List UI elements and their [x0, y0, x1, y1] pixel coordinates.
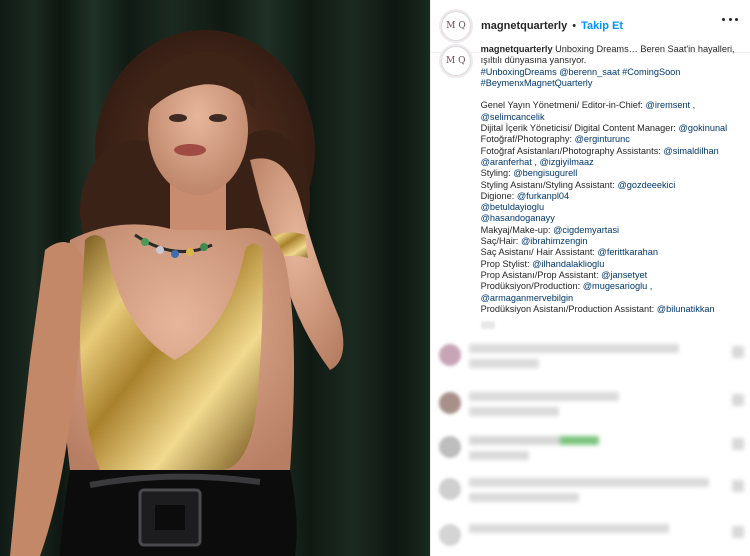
credit-line: Makyaj/Make-up: @cigdemyartasi	[481, 225, 745, 236]
follow-button[interactable]: Takip Et	[581, 20, 623, 32]
credit-line: Dijital İçerik Yöneticisi/ Digital Conte…	[481, 123, 745, 134]
commenter-avatar[interactable]	[439, 344, 461, 366]
credit-line: Styling: @bengisugurell	[481, 168, 745, 179]
like-comment-icon[interactable]	[732, 394, 744, 406]
commenter-avatar[interactable]	[439, 436, 461, 458]
credit-line: Prodüksiyon/Production: @mugesarioglu , …	[481, 281, 745, 304]
credit-handle[interactable]: @furkanpl04	[517, 191, 569, 201]
like-comment-icon[interactable]	[732, 480, 744, 492]
credit-role: Prop Stylist:	[480, 258, 530, 269]
caption-username[interactable]: magnetquarterly	[481, 44, 553, 54]
credit-role: Makyaj/Make-up:	[480, 224, 551, 235]
credit-role: Prodüksiyon Asistanı/Production Assistan…	[480, 303, 655, 314]
credit-handle[interactable]: @cigdemyartasi	[553, 225, 619, 235]
instagram-post: M Q magnetquarterly • Takip Et M Q magne…	[0, 0, 750, 556]
credit-role: Digione:	[480, 190, 515, 201]
credit-handle[interactable]: @ilhandalaklioglu	[532, 259, 604, 269]
credit-role: Genel Yayın Yönetmeni/ Editor-in-Chief:	[480, 100, 643, 111]
credit-role: Styling:	[480, 168, 511, 179]
timestamp-blurred	[480, 321, 495, 330]
credit-line: Prodüksiyon Asistanı/Production Assistan…	[481, 304, 745, 315]
credit-handle[interactable]: @jansetyet	[601, 270, 647, 280]
credit-handle[interactable]: @gozdeeekici	[617, 180, 675, 190]
credit-line: @aranferhat , @izgiyilmaaz	[481, 157, 745, 168]
credit-line: Fotoğraf Asistanları/Photography Assista…	[481, 146, 745, 157]
caption-hashtags[interactable]: #UnboxingDreams @berenn_saat #ComingSoon	[481, 67, 681, 77]
credit-line: Prop Stylist: @ilhandalaklioglu	[481, 259, 745, 270]
post-photo[interactable]	[0, 0, 430, 556]
caption-hashtags-2[interactable]: #BeymenxMagnetQuarterly	[481, 78, 593, 88]
credit-line: Digione: @furkanpl04	[481, 191, 745, 202]
account-avatar[interactable]: M Q	[439, 9, 473, 43]
credit-line: Fotoğraf/Photography: @erginturunc	[481, 134, 745, 145]
credit-role: Fotoğraf Asistanları/Photography Assista…	[480, 145, 661, 156]
comment-item	[439, 524, 669, 546]
commenter-avatar[interactable]	[439, 524, 461, 546]
credit-role: Styling Asistanı/Styling Assistant:	[480, 179, 615, 190]
credits-list: Genel Yayın Yönetmeni/ Editor-in-Chief: …	[481, 100, 745, 315]
credit-handle[interactable]: @bengisugurell	[513, 168, 577, 178]
comment-item	[439, 478, 709, 508]
magazine-logo: M Q	[446, 21, 466, 31]
comment-item	[439, 392, 619, 422]
credit-handle[interactable]: @bilunatikkan	[657, 304, 715, 314]
credit-handle[interactable]: @aranferhat , @izgiyilmaaz	[481, 157, 594, 167]
caption-avatar[interactable]: M Q	[439, 44, 473, 78]
magazine-logo-small: M Q	[446, 56, 466, 66]
comment-item	[439, 344, 679, 374]
post-caption: M Q magnetquarterly Unboxing Dreams… Ber…	[439, 44, 745, 330]
credit-line: @betuldayioglu	[481, 202, 745, 213]
credit-handle[interactable]: @erginturunc	[575, 134, 630, 144]
credit-handle[interactable]: @hasandoganayy	[481, 213, 555, 223]
credit-role: Saç/Hair:	[480, 236, 519, 247]
credit-line: Saç Asistanı/ Hair Assistant: @ferittkar…	[481, 247, 745, 258]
like-comment-icon[interactable]	[732, 526, 744, 538]
credit-line: Prop Asistanı/Prop Assistant: @jansetyet	[481, 270, 745, 281]
header-username[interactable]: magnetquarterly	[481, 20, 567, 32]
credit-line: Saç/Hair: @ibrahimzengin	[481, 236, 745, 247]
commenter-avatar[interactable]	[439, 478, 461, 500]
credit-line: Genel Yayın Yönetmeni/ Editor-in-Chief: …	[481, 100, 745, 123]
credit-handle[interactable]: @ibrahimzengin	[521, 236, 588, 246]
commenter-avatar[interactable]	[439, 392, 461, 414]
like-comment-icon[interactable]	[732, 346, 744, 358]
credit-role: Prop Asistanı/Prop Assistant:	[480, 269, 599, 280]
separator-dot: •	[572, 20, 577, 32]
credit-line: Styling Asistanı/Styling Assistant: @goz…	[481, 180, 745, 191]
portrait-illustration	[10, 30, 344, 556]
credit-role: Prodüksiyon/Production:	[480, 281, 581, 292]
credit-role: Saç Asistanı/ Hair Assistant:	[480, 247, 595, 258]
post-sidebar: M Q magnetquarterly • Takip Et M Q magne…	[430, 0, 750, 556]
like-comment-icon[interactable]	[732, 438, 744, 450]
more-options-icon[interactable]	[722, 18, 738, 24]
credit-line: @hasandoganayy	[481, 213, 745, 224]
credit-handle[interactable]: @simaldilhan	[663, 146, 718, 156]
credit-handle[interactable]: @gokinunal	[679, 123, 728, 133]
caption-text: magnetquarterly Unboxing Dreams… Beren S…	[480, 44, 745, 330]
credit-handle[interactable]: @ferittkarahan	[598, 247, 658, 257]
comment-item	[439, 436, 599, 466]
credit-role: Dijital İçerik Yöneticisi/ Digital Conte…	[480, 123, 676, 134]
credit-role: Fotoğraf/Photography:	[480, 134, 573, 145]
credit-handle[interactable]: @betuldayioglu	[481, 202, 544, 212]
